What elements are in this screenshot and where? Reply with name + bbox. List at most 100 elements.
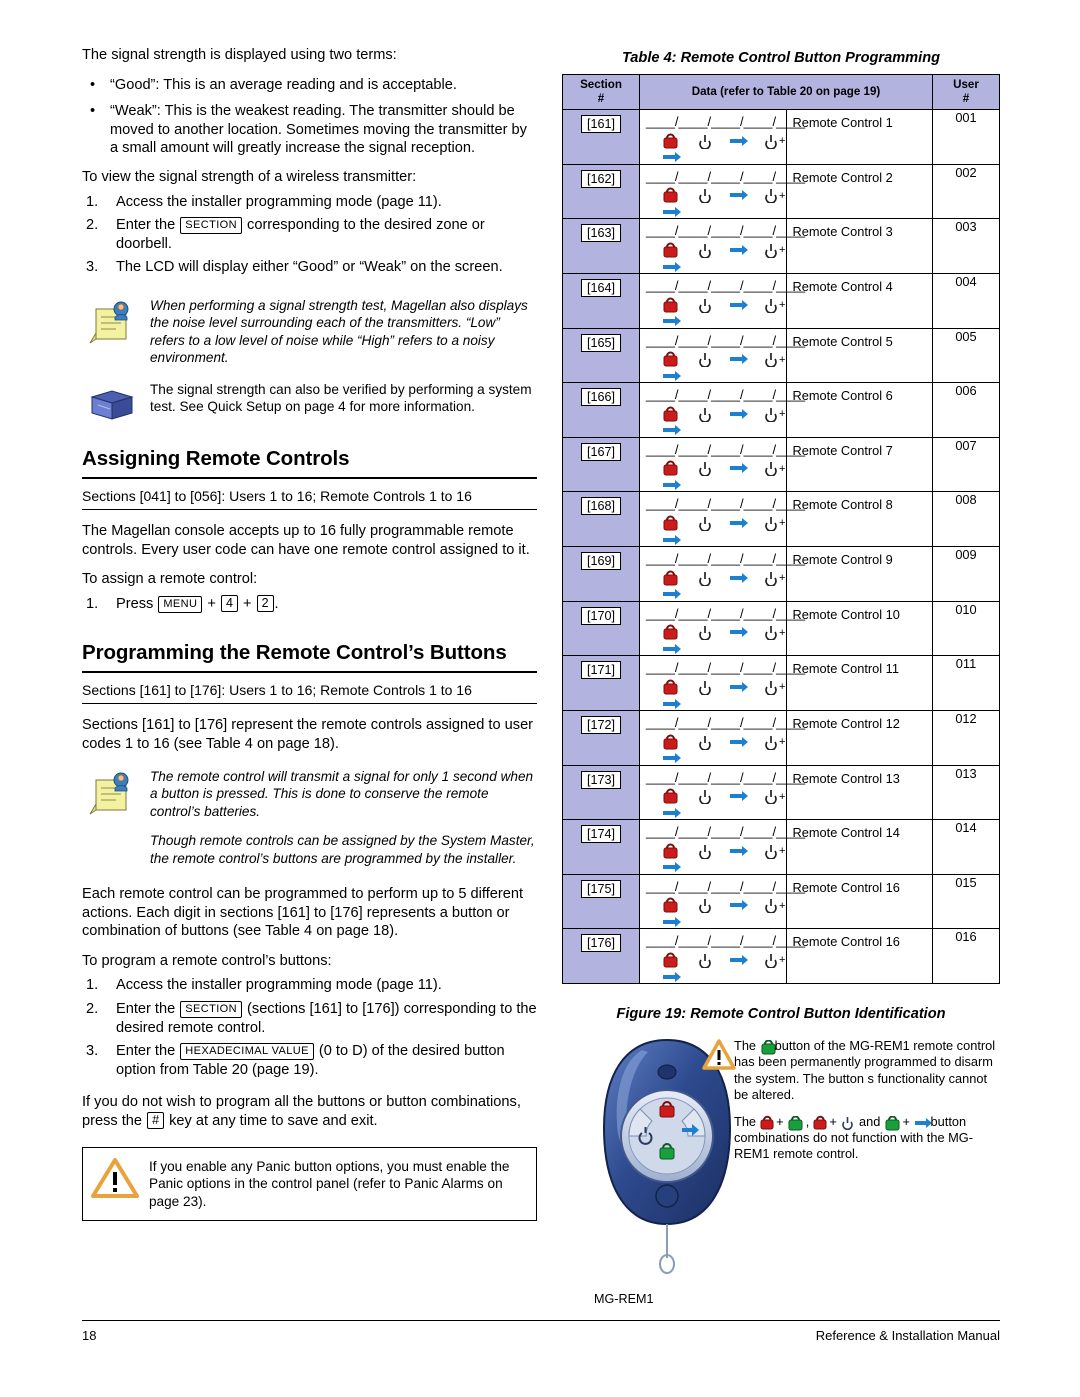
plus-3: + xyxy=(898,1113,914,1129)
section-cell: [168] xyxy=(562,491,640,547)
blank-fields[interactable]: ____/____/____/____/____ xyxy=(640,547,805,566)
data-cell[interactable]: ____/____/____/____/____ + xyxy=(639,928,805,984)
remote-name-cell: Remote Control 10 xyxy=(785,600,933,657)
section-key[interactable]: SECTION xyxy=(180,1000,242,1018)
device-label: MG-REM1 xyxy=(594,1292,654,1306)
blank-fields[interactable]: ____/____/____/____/____ xyxy=(640,274,805,293)
data-cell[interactable]: ____/____/____/____/____ + xyxy=(639,709,805,766)
page-title-programming-buttons: Programming the Remote Control’s Buttons xyxy=(82,641,537,674)
table-row: [174] ____/____/____/____/____ + Remote Con… xyxy=(562,819,1000,875)
section-cell: [162] xyxy=(562,163,640,220)
blank-fields[interactable]: ____/____/____/____/____ xyxy=(640,110,805,129)
data-cell[interactable]: ____/____/____/____/____ + xyxy=(639,272,805,329)
blank-fields[interactable]: ____/____/____/____/____ xyxy=(640,329,805,348)
figure-note-2-pre: The xyxy=(734,1113,760,1129)
note-transmit-duration: The remote control will transmit a signa… xyxy=(82,768,537,868)
book-icon xyxy=(88,383,140,429)
section-number[interactable]: [163] xyxy=(580,224,621,243)
remote-name-cell: Remote Control 5 xyxy=(785,327,933,384)
data-cell[interactable]: ____/____/____/____/____ + xyxy=(639,764,805,821)
section-cell: [173] xyxy=(562,764,640,821)
plus-label: + xyxy=(238,595,256,612)
section-number[interactable]: [174] xyxy=(580,825,621,844)
data-cell[interactable]: ____/____/____/____/____ + xyxy=(639,163,805,220)
button-icon-legend: + xyxy=(640,511,786,546)
data-cell[interactable]: ____/____/____/____/____ + xyxy=(639,819,805,875)
data-cell[interactable]: ____/____/____/____/____ + xyxy=(639,546,805,602)
program-actions-paragraph: Each remote control can be programmed to… xyxy=(82,886,524,940)
notepad-icon xyxy=(88,770,140,816)
remote-name-cell: Remote Control 1 xyxy=(785,109,933,165)
data-cell[interactable]: ____/____/____/____/____ + xyxy=(639,109,805,165)
step-number: 2. xyxy=(86,217,99,234)
user-number-cell: 014 xyxy=(932,819,1000,875)
data-cell[interactable]: ____/____/____/____/____ + xyxy=(639,655,805,711)
blank-fields[interactable]: ____/____/____/____/____ xyxy=(640,383,805,402)
step-text-pre: Enter the xyxy=(116,217,180,234)
section-number[interactable]: [172] xyxy=(580,715,621,734)
step-text-pre: Enter the xyxy=(116,1000,180,1017)
blank-fields[interactable]: ____/____/____/____/____ xyxy=(640,875,805,894)
hexadecimal-value-key[interactable]: HEXADECIMAL VALUE xyxy=(180,1043,314,1061)
step-text: Press MENU + 4 + 2. xyxy=(116,594,279,613)
menu-key[interactable]: MENU xyxy=(158,595,203,613)
section-cell: [174] xyxy=(562,819,640,875)
section-number[interactable]: [162] xyxy=(580,169,621,188)
digit-4-key[interactable]: 4 xyxy=(221,594,238,612)
step-number: 1. xyxy=(86,595,99,612)
user-number-cell: 003 xyxy=(932,218,1000,274)
blank-fields[interactable]: ____/____/____/____/____ xyxy=(640,165,805,184)
blank-fields[interactable]: ____/____/____/____/____ xyxy=(640,602,805,621)
list-item: 1. Access the installer programming mode … xyxy=(82,976,537,995)
document-page: The signal strength is displayed using t… xyxy=(0,0,1080,1397)
data-cell[interactable]: ____/____/____/____/____ + xyxy=(639,600,805,657)
section-cell: [164] xyxy=(562,272,640,329)
header-section: Section # xyxy=(562,74,640,110)
hash-key[interactable]: # xyxy=(147,1111,165,1129)
section-number[interactable]: [169] xyxy=(580,552,621,570)
blank-fields[interactable]: ____/____/____/____/____ xyxy=(640,438,805,457)
table-row: [161] ____/____/____/____/____ + Remote Con… xyxy=(562,109,1000,165)
blank-fields[interactable]: ____/____/____/____/____ xyxy=(640,929,805,948)
user-number-cell: 010 xyxy=(932,600,1000,657)
remote-control-name: Remote Control 8 xyxy=(792,497,893,513)
section-number[interactable]: [165] xyxy=(580,333,621,352)
red-lock-icon xyxy=(760,1115,774,1130)
and-1: and xyxy=(855,1113,884,1129)
section-number[interactable]: [161] xyxy=(580,115,621,133)
data-cell[interactable]: ____/____/____/____/____ + xyxy=(639,491,805,547)
section-number[interactable]: [176] xyxy=(580,934,621,953)
section-number[interactable]: [170] xyxy=(580,606,621,625)
blank-fields[interactable]: ____/____/____/____/____ xyxy=(640,820,805,839)
header-user-sub: # xyxy=(962,92,970,105)
data-cell[interactable]: ____/____/____/____/____ + xyxy=(639,873,805,930)
green-lock-icon xyxy=(787,1115,803,1131)
section-key[interactable]: SECTION xyxy=(180,217,242,235)
data-cell[interactable]: ____/____/____/____/____ + xyxy=(639,327,805,384)
blank-fields[interactable]: ____/____/____/____/____ xyxy=(640,656,805,675)
view-signal-lead: To view the signal strength of a wireles… xyxy=(82,168,417,185)
blank-fields[interactable]: ____/____/____/____/____ xyxy=(640,711,805,730)
note-system-test: The signal strength can also be verified… xyxy=(82,381,537,421)
digit-2-key[interactable]: 2 xyxy=(256,594,274,612)
blank-fields[interactable]: ____/____/____/____/____ xyxy=(640,766,805,785)
data-cell[interactable]: ____/____/____/____/____ + xyxy=(639,436,805,493)
blank-fields[interactable]: ____/____/____/____/____ xyxy=(640,219,805,238)
button-icon-legend: + xyxy=(640,238,786,273)
signal-terms-list: • “Good”: This is an average reading and … xyxy=(82,76,537,158)
section-number[interactable]: [168] xyxy=(580,497,621,516)
section-number[interactable]: [167] xyxy=(580,442,621,461)
remote-control-name: Remote Control 9 xyxy=(792,552,893,567)
table-row: [162] ____/____/____/____/____ + Remote Con… xyxy=(562,163,1000,220)
data-cell[interactable]: ____/____/____/____/____ + xyxy=(639,218,805,274)
section-number[interactable]: [164] xyxy=(580,278,621,297)
list-item: 3. Enter the HEXADECIMAL VALUE (0 to D) o… xyxy=(82,1042,537,1079)
blank-fields[interactable]: ____/____/____/____/____ xyxy=(640,492,805,511)
button-icon-legend: + xyxy=(640,566,786,601)
note-text-secondary: Though remote controls can be assigned b… xyxy=(150,833,535,866)
section-number[interactable]: [173] xyxy=(580,770,621,789)
section-number[interactable]: [175] xyxy=(580,879,621,898)
data-cell[interactable]: ____/____/____/____/____ + xyxy=(639,382,805,438)
section-number[interactable]: [171] xyxy=(580,661,621,680)
section-number[interactable]: [166] xyxy=(580,388,621,407)
